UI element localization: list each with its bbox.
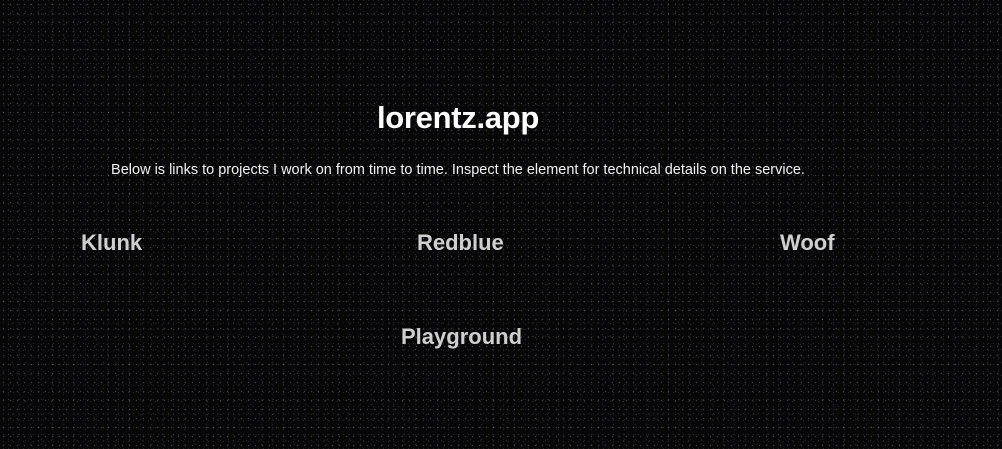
project-link-woof[interactable]: Woof [780, 230, 835, 256]
intro-text: Below is links to projects I work on fro… [111, 162, 805, 178]
starfield-background [0, 0, 1002, 449]
page-title: lorentz.app [376, 100, 540, 135]
project-link-klunk[interactable]: Klunk [81, 230, 142, 256]
project-link-redblue[interactable]: Redblue [417, 230, 504, 256]
project-link-playground[interactable]: Playground [401, 324, 522, 350]
